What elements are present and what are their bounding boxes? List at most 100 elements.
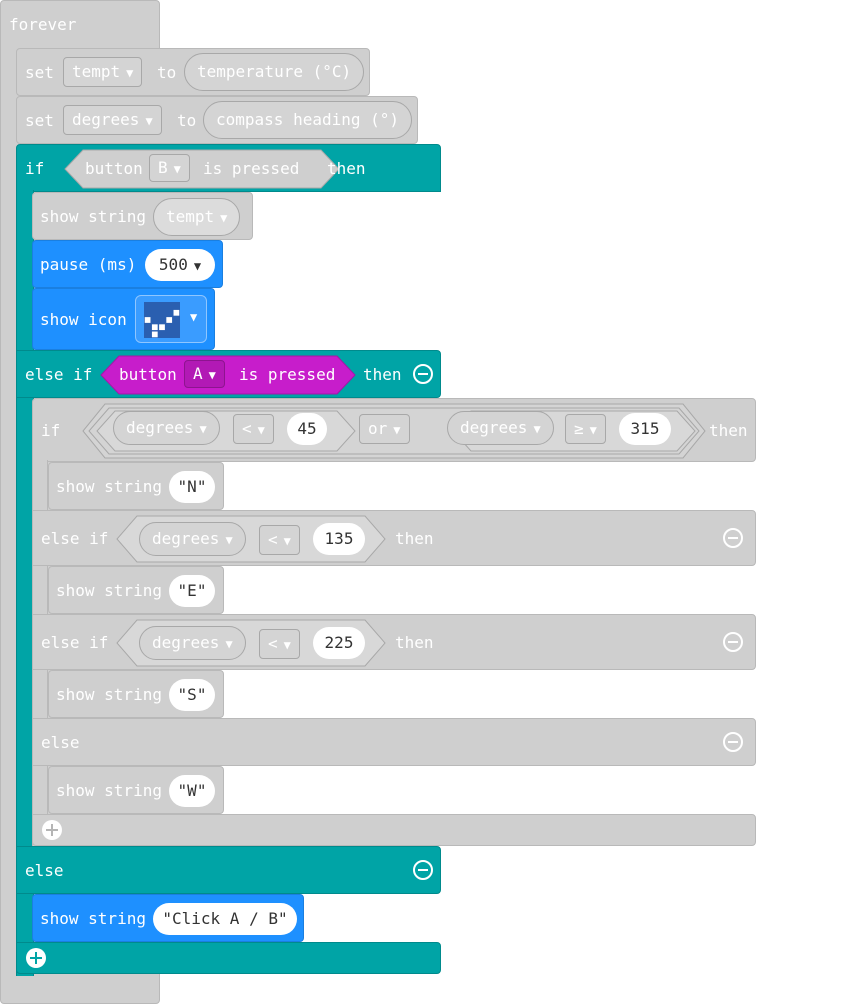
else-label: else: [41, 733, 80, 752]
show-icon-block[interactable]: show icon ▼: [32, 288, 215, 350]
button-key: A: [193, 364, 203, 383]
variable-name: tempt: [72, 62, 121, 81]
chevron-down-icon: ▼: [126, 66, 134, 80]
show-string-label: show string: [40, 909, 146, 928]
set-degrees-block[interactable]: set degrees ▼ to compass heading (°): [16, 96, 418, 144]
chevron-down-icon: ▼: [199, 422, 207, 436]
degrees-variable-reporter[interactable]: degrees ▼: [139, 522, 246, 556]
chevron-down-icon: ▼: [193, 259, 202, 273]
string-input-w[interactable]: "W": [169, 775, 215, 807]
chevron-down-icon: ▼: [225, 533, 233, 547]
show-string-s-block[interactable]: show string "S": [48, 670, 224, 718]
chevron-down-icon: ▼: [589, 423, 597, 437]
comparison-dropdown[interactable]: < ▼: [259, 525, 300, 555]
chevron-down-icon: ▼: [257, 423, 265, 437]
add-branch-icon[interactable]: [42, 820, 62, 840]
string-input-click[interactable]: "Click A / B": [153, 903, 297, 935]
chevron-down-icon: ▼: [393, 423, 401, 437]
button-label: button: [119, 365, 177, 384]
comparison-dropdown[interactable]: < ▼: [233, 414, 274, 444]
tempt-variable-reporter[interactable]: tempt ▼: [153, 198, 241, 236]
operator: or: [368, 419, 388, 438]
set-label: set: [25, 111, 54, 130]
comparison-dropdown[interactable]: ≥ ▼: [565, 414, 606, 444]
button-key-dropdown-a[interactable]: A ▼: [184, 360, 225, 388]
if-main-block[interactable]: if button B ▼ is pressed then: [16, 144, 441, 192]
add-branch-icon[interactable]: [26, 948, 46, 968]
remove-branch-icon[interactable]: [723, 732, 743, 752]
else-if-label: else if: [41, 529, 109, 548]
comparison-dropdown[interactable]: < ▼: [259, 629, 300, 659]
show-string-n-block[interactable]: show string "N": [48, 462, 224, 510]
else-if-south-block[interactable]: else if degrees ▼ < ▼ 225 then: [32, 614, 756, 670]
icon-picker-dropdown[interactable]: ▼: [135, 295, 207, 343]
temperature-reporter[interactable]: temperature (°C): [184, 53, 365, 91]
operator: <: [242, 419, 252, 438]
operator: <: [268, 530, 278, 549]
operator: ≥: [574, 419, 584, 438]
else-if-east-block[interactable]: else if degrees ▼ < ▼ 135 then: [32, 510, 756, 566]
set-tempt-block[interactable]: set tempt ▼ to temperature (°C): [16, 48, 370, 96]
else-label: else: [25, 861, 64, 880]
else-if-main-block[interactable]: else if button A ▼ is pressed then: [16, 350, 441, 398]
is-pressed-label: is pressed: [239, 365, 336, 384]
chevron-down-icon: ▼: [225, 637, 233, 651]
pause-block[interactable]: pause (ms) 500 ▼: [32, 240, 223, 288]
compass-heading-reporter[interactable]: compass heading (°): [203, 101, 413, 139]
variable-dropdown-degrees[interactable]: degrees ▼: [63, 105, 162, 135]
chevron-down-icon: ▼: [173, 162, 181, 176]
remove-branch-icon[interactable]: [723, 528, 743, 548]
pause-value: 500: [158, 255, 188, 274]
set-label: set: [25, 63, 54, 82]
number-input-315[interactable]: 315: [619, 413, 671, 445]
chevron-down-icon: ▼: [283, 534, 291, 548]
pause-label: pause (ms): [40, 255, 137, 274]
chevron-down-icon: ▼: [220, 211, 228, 225]
number-input-225[interactable]: 225: [313, 627, 365, 659]
variable-name: degrees: [126, 418, 194, 437]
remove-branch-icon[interactable]: [413, 860, 433, 880]
to-label: to: [177, 111, 197, 130]
then-label: then: [395, 633, 434, 652]
degrees-variable-reporter[interactable]: degrees ▼: [447, 411, 554, 445]
if-label: if: [25, 159, 45, 178]
button-key: B: [158, 158, 168, 177]
button-key-dropdown-b[interactable]: B ▼: [149, 154, 190, 182]
degrees-variable-reporter[interactable]: degrees ▼: [113, 411, 220, 445]
chevron-down-icon: ▼: [145, 114, 153, 128]
show-string-label: show string: [56, 685, 162, 704]
inner-if-block[interactable]: if degrees ▼ < ▼ 45 or ▼ degrees ▼ ≥ ▼ 315 th…: [32, 398, 756, 462]
pause-duration-dropdown[interactable]: 500 ▼: [145, 249, 215, 281]
string-input-n[interactable]: "N": [169, 471, 215, 503]
show-string-label: show string: [40, 207, 146, 226]
number-input-135[interactable]: 135: [313, 523, 365, 555]
variable-name: degrees: [152, 529, 220, 548]
chevron-down-icon: ▼: [190, 310, 198, 324]
else-if-label: else if: [41, 633, 109, 652]
variable-dropdown-tempt[interactable]: tempt ▼: [63, 57, 143, 87]
show-string-click-block[interactable]: show string "Click A / B": [32, 894, 304, 942]
then-label: then: [363, 365, 402, 384]
show-string-w-block[interactable]: show string "W": [48, 766, 224, 814]
logic-operator-dropdown[interactable]: or ▼: [359, 414, 410, 444]
variable-name: degrees: [72, 110, 140, 129]
then-label: then: [395, 529, 434, 548]
show-string-tempt-block[interactable]: show string tempt ▼: [32, 192, 253, 240]
show-icon-label: show icon: [40, 310, 127, 329]
string-input-s[interactable]: "S": [169, 679, 215, 711]
inner-if-footer: [32, 814, 756, 846]
show-string-label: show string: [56, 477, 162, 496]
number-input-45[interactable]: 45: [287, 413, 327, 445]
degrees-variable-reporter[interactable]: degrees ▼: [139, 626, 246, 660]
chevron-down-icon: ▼: [208, 368, 216, 382]
show-string-label: show string: [56, 581, 162, 600]
show-string-e-block[interactable]: show string "E": [48, 566, 224, 614]
variable-name: tempt: [166, 207, 215, 226]
else-main-block[interactable]: else: [16, 846, 441, 894]
string-input-e[interactable]: "E": [169, 575, 215, 607]
inner-else-block[interactable]: else: [32, 718, 756, 766]
then-label: then: [327, 159, 366, 178]
variable-name: degrees: [460, 418, 528, 437]
remove-branch-icon[interactable]: [723, 632, 743, 652]
remove-branch-icon[interactable]: [413, 364, 433, 384]
